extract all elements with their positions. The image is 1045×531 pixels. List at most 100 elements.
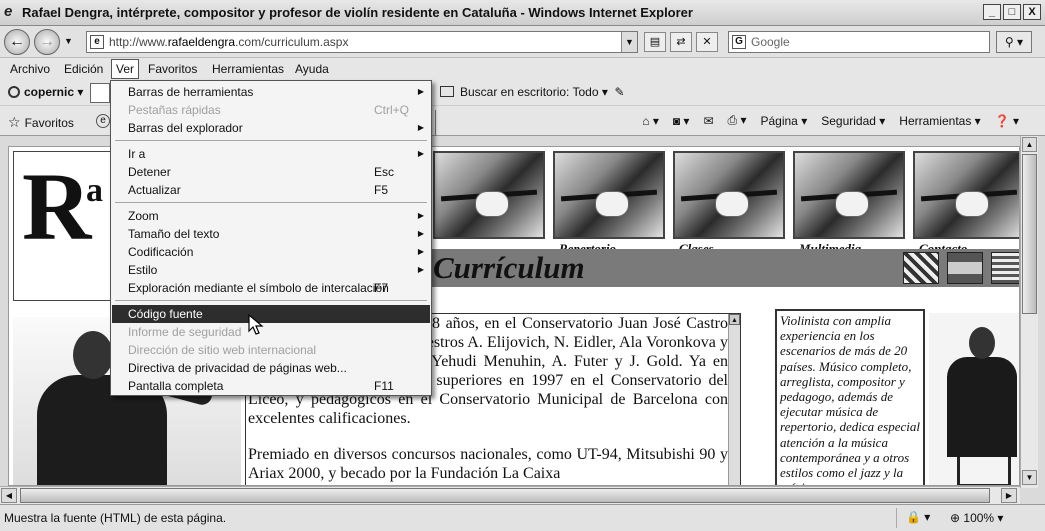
scroll-right-icon[interactable]: ▶ — [1001, 488, 1017, 503]
forward-button[interactable]: → — [34, 29, 60, 55]
menu-favoritos[interactable]: Favoritos — [148, 62, 197, 76]
url-text: http://www.rafaeldengra.com/curriculum.a… — [109, 35, 349, 49]
view-menu-item[interactable]: Barras del explorador ▶ — [112, 119, 430, 137]
submenu-arrow-icon: ▶ — [417, 123, 424, 132]
menu-separator — [115, 300, 427, 301]
copernic-search-field[interactable] — [90, 83, 110, 103]
close-button[interactable]: X — [1023, 4, 1041, 20]
horizontal-scroll-thumb[interactable] — [20, 488, 990, 503]
view-menu-item: Informe de seguridad — [112, 323, 430, 341]
menu-edicion[interactable]: Edición — [64, 62, 103, 76]
search-input[interactable]: G Google — [728, 31, 990, 53]
print-icon[interactable]: ⎙ ▾ — [728, 113, 747, 128]
scroll-down-icon[interactable]: ▼ — [1022, 470, 1037, 485]
search-button[interactable]: ⚲ ▾ — [996, 31, 1032, 53]
zoom-control[interactable]: ⊕ 100% ▾ — [950, 511, 1003, 525]
submenu-arrow-icon: ▶ — [417, 149, 424, 158]
view-menu-item[interactable]: Barras de herramientas ▶ — [112, 83, 430, 101]
nav-item-clases[interactable]: Clases — [673, 151, 785, 257]
help-icon[interactable]: ❓ ▾ — [995, 114, 1019, 128]
view-menu-item[interactable]: Ir a ▶ — [112, 145, 430, 163]
stop-icon[interactable]: ✕ — [696, 32, 718, 52]
view-menu-item[interactable]: Estilo ▶ — [112, 261, 430, 279]
view-menu-item-shortcut: Ctrl+Q — [374, 103, 410, 117]
nav-item-violin[interactable] — [433, 151, 545, 257]
copernic-icon — [8, 86, 20, 98]
page-icon: e — [90, 35, 104, 49]
scroll-up-icon[interactable]: ▲ — [1022, 137, 1037, 152]
view-menu-item-label: Informe de seguridad — [128, 325, 242, 339]
scroll-left-icon[interactable]: ◀ — [1, 488, 17, 503]
copernic-button[interactable]: copernic ▾ — [8, 85, 83, 99]
view-menu-item[interactable]: Directiva de privacidad de páginas web..… — [112, 359, 430, 377]
search-placeholder: Google — [751, 35, 790, 49]
minimize-button[interactable]: _ — [983, 4, 1001, 20]
submenu-arrow-icon: ▶ — [417, 247, 424, 256]
view-menu-item[interactable]: Pantalla completa F11 — [112, 377, 430, 395]
view-menu-item[interactable]: Detener Esc — [112, 163, 430, 181]
refresh-icon[interactable]: ⇄ — [670, 32, 692, 52]
view-menu-item-shortcut: Esc — [374, 165, 395, 179]
vertical-scrollbar[interactable]: ▲ ▼ — [1020, 136, 1038, 488]
tab-page-icon[interactable]: e — [96, 114, 110, 128]
google-icon: G — [732, 35, 746, 49]
view-menu-item-label: Ir a — [128, 147, 146, 161]
mail-icon[interactable]: ✉ — [703, 114, 713, 128]
tools-menu[interactable]: Herramientas ▾ — [899, 114, 980, 128]
submenu-arrow-icon: ▶ — [417, 87, 424, 96]
menu-archivo[interactable]: Archivo — [10, 62, 50, 76]
security-menu[interactable]: Seguridad ▾ — [821, 114, 885, 128]
menu-ayuda[interactable]: Ayuda — [295, 62, 329, 76]
menu-bar: Archivo Edición Ver Favoritos Herramient… — [0, 58, 1045, 80]
view-menu-item-label: Código fuente — [128, 307, 203, 321]
back-button[interactable]: ← — [4, 29, 30, 55]
compatibility-icon[interactable]: ▤ — [644, 32, 666, 52]
us-flag-icon[interactable] — [991, 252, 1019, 284]
english-flag-icon[interactable] — [903, 252, 939, 284]
view-menu-item-label: Pestañas rápidas — [128, 103, 221, 117]
history-dropdown-icon[interactable]: ▼ — [64, 36, 73, 46]
view-menu-item[interactable]: Zoom ▶ — [112, 207, 430, 225]
view-menu-item: Dirección de sitio web internacional — [112, 341, 430, 359]
command-bar: ⌂ ▾ ◙ ▾ ✉ ⎙ ▾ Página ▾ Seguridad ▾ Herra… — [642, 113, 1019, 128]
ie-logo-icon: e — [4, 3, 13, 20]
view-menu-item[interactable]: Tamaño del texto ▶ — [112, 225, 430, 243]
home-icon[interactable]: ⌂ ▾ — [642, 114, 659, 128]
view-menu-item-label: Pantalla completa — [128, 379, 224, 393]
vertical-scroll-thumb[interactable] — [1022, 154, 1037, 314]
menu-ver[interactable]: Ver — [111, 59, 140, 79]
view-menu-item[interactable]: Exploración mediante el símbolo de inter… — [112, 279, 430, 297]
bio-summary-text: Violinista con amplia experiencia en los… — [780, 313, 920, 485]
spanish-flag-icon[interactable] — [947, 252, 983, 284]
nav-item-repertorio[interactable]: Repertorio — [553, 151, 665, 257]
url-field[interactable]: e http://www.rafaeldengra.com/curriculum… — [86, 31, 638, 53]
status-text: Muestra la fuente (HTML) de esta página. — [4, 511, 227, 525]
view-menu-item-label: Barras del explorador — [128, 121, 243, 135]
desktop-search-button[interactable]: Buscar en escritorio: Todo ▾ ✎ — [440, 85, 625, 99]
mouse-cursor-icon — [248, 314, 264, 335]
view-menu-item-shortcut: F7 — [374, 281, 389, 295]
security-zone-icon[interactable]: 🔒 ▾ — [906, 510, 930, 524]
submenu-arrow-icon: ▶ — [417, 265, 424, 274]
view-menu-item[interactable]: Codificación ▶ — [112, 243, 430, 261]
menu-separator — [115, 202, 427, 203]
scroll-up-icon[interactable]: ▲ — [729, 314, 740, 325]
view-menu-item-label: Barras de herramientas — [128, 85, 254, 99]
url-dropdown-icon[interactable]: ▼ — [621, 32, 637, 52]
favorites-button[interactable]: ☆ Favoritos — [8, 114, 74, 131]
view-menu-item-label: Tamaño del texto — [128, 227, 220, 241]
view-menu-item[interactable]: Actualizar F5 — [112, 181, 430, 199]
page-menu[interactable]: Página ▾ — [760, 114, 807, 128]
menu-herramientas[interactable]: Herramientas — [212, 62, 284, 76]
view-menu-item[interactable]: Código fuente — [112, 305, 430, 323]
view-menu-item-label: Exploración mediante el símbolo de inter… — [128, 281, 389, 295]
horizontal-scrollbar[interactable]: ◀ ▶ — [0, 486, 1020, 504]
nav-item-multimedia[interactable]: Multimedia — [793, 151, 905, 257]
star-icon: ☆ — [8, 114, 21, 130]
view-menu-item-shortcut: F11 — [374, 379, 394, 393]
feeds-icon[interactable]: ◙ ▾ — [673, 114, 690, 128]
text-scrollbar[interactable]: ▲ — [728, 314, 740, 485]
nav-item-contacto[interactable]: Contacto — [913, 151, 1019, 257]
maximize-button[interactable]: □ — [1003, 4, 1021, 20]
submenu-arrow-icon: ▶ — [417, 211, 424, 220]
